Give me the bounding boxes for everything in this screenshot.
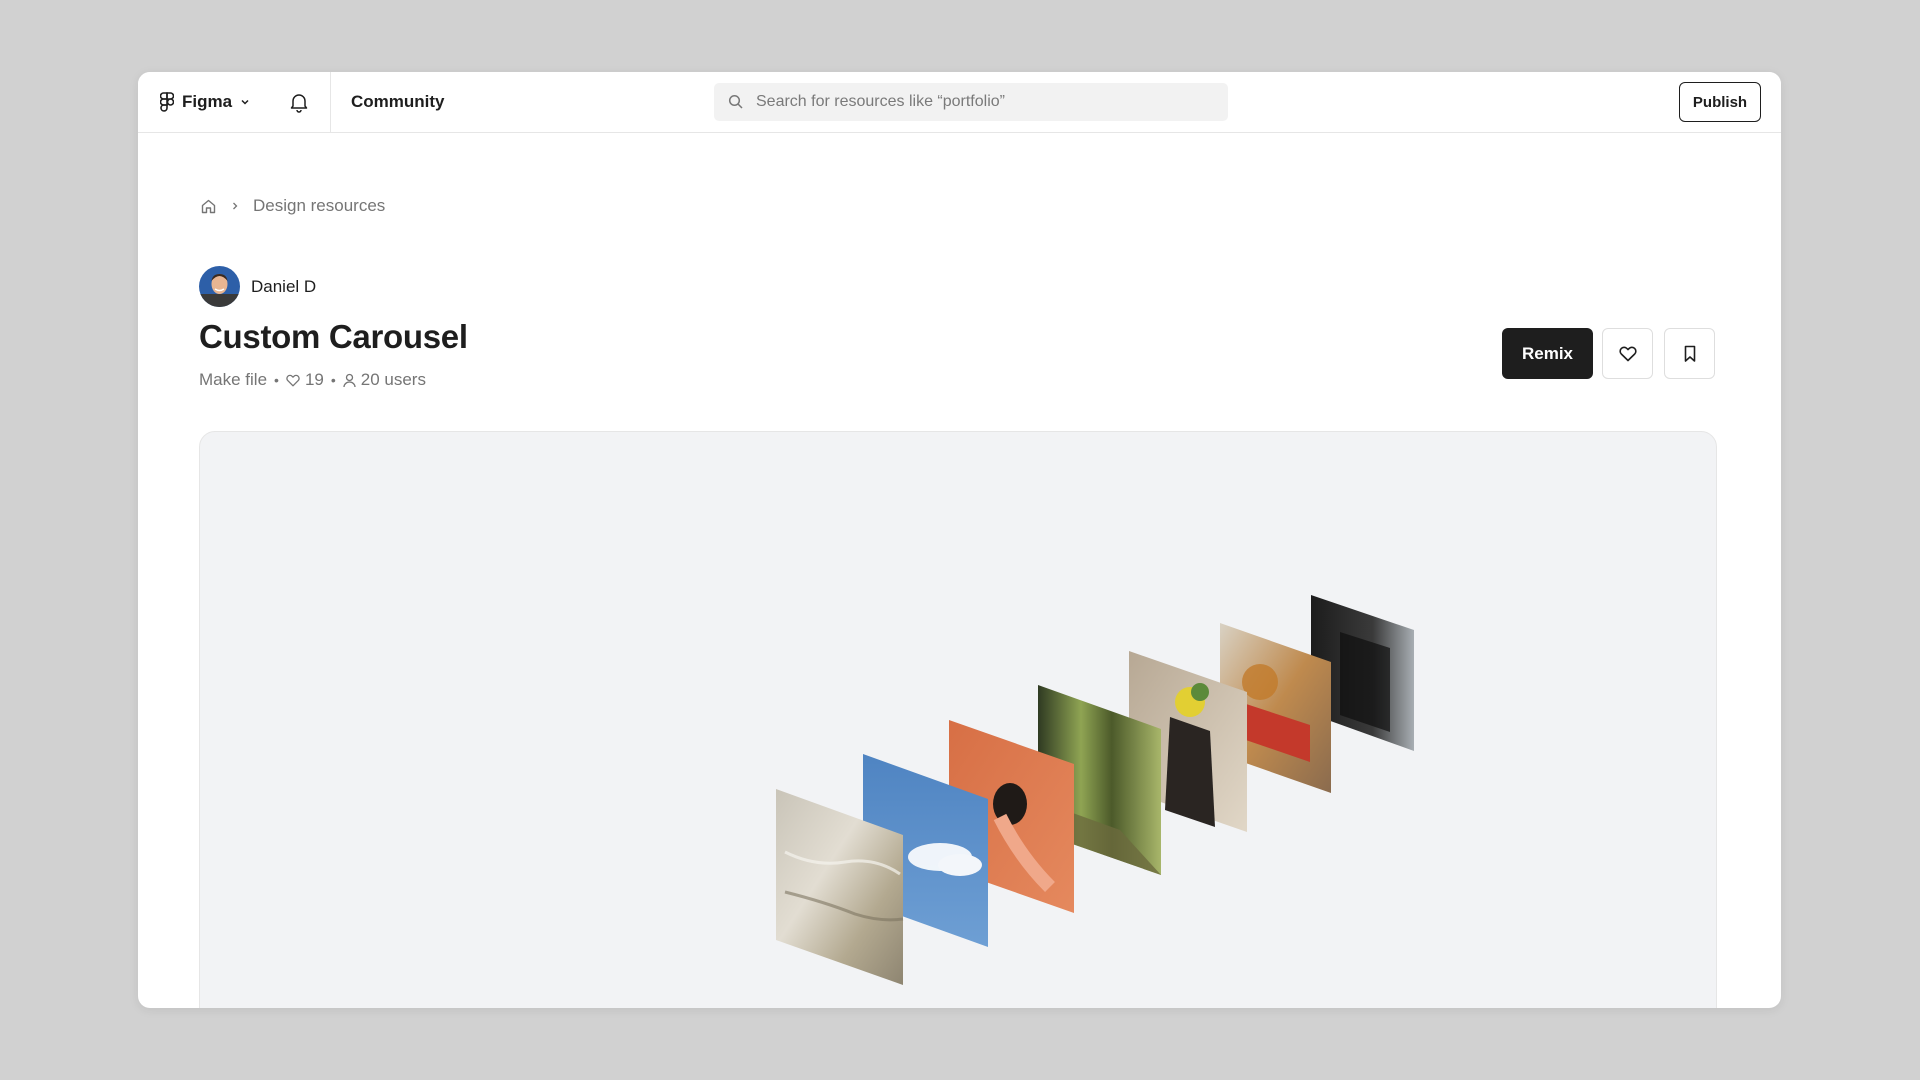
author-name: Daniel D	[251, 276, 317, 296]
separator-dot: •	[274, 372, 279, 388]
chevron-down-icon	[241, 99, 249, 105]
top-navigation-bar: Figma Community Publish	[138, 72, 1781, 133]
brand-name: Figma	[182, 92, 233, 111]
bell-icon	[290, 94, 308, 113]
home-link[interactable]	[200, 198, 217, 215]
figma-menu-button[interactable]: Figma	[160, 90, 250, 114]
figma-logo-icon	[160, 92, 174, 112]
publish-button[interactable]: Publish	[1679, 82, 1761, 122]
author-link[interactable]: Daniel D	[199, 266, 316, 307]
topbar-divider	[330, 72, 331, 132]
avatar	[199, 266, 240, 307]
heart-icon	[1618, 346, 1637, 361]
file-preview[interactable]	[199, 431, 1717, 1008]
users-count: 20 users	[343, 370, 426, 390]
likes-value: 19	[304, 370, 324, 389]
resource-title: Custom Carousel	[199, 318, 468, 355]
notifications-button[interactable]	[288, 91, 310, 113]
resource-meta: Make file • 19 • 20 users	[199, 370, 426, 390]
carousel-preview	[776, 595, 1414, 985]
save-button[interactable]	[1664, 328, 1715, 379]
breadcrumb-item-design-resources[interactable]: Design resources	[253, 196, 385, 216]
users-value: 20 users	[360, 370, 426, 389]
resource-type: Make file	[199, 370, 268, 389]
breadcrumb: Design resources	[200, 196, 385, 216]
user-icon	[343, 373, 356, 387]
chevron-right-icon	[233, 202, 238, 210]
heart-outline-icon	[286, 374, 300, 386]
community-link[interactable]: Community	[351, 92, 445, 112]
separator-dot: •	[330, 372, 336, 388]
likes-count: 19	[286, 370, 324, 390]
home-icon	[201, 199, 216, 213]
remix-button[interactable]: Remix	[1502, 328, 1593, 379]
search-input[interactable]	[754, 92, 1218, 112]
like-button[interactable]	[1602, 328, 1653, 379]
search-icon	[728, 94, 743, 109]
bookmark-icon	[1684, 345, 1695, 362]
search-bar[interactable]	[714, 83, 1228, 121]
app-window: Figma Community Publish	[138, 72, 1781, 1008]
